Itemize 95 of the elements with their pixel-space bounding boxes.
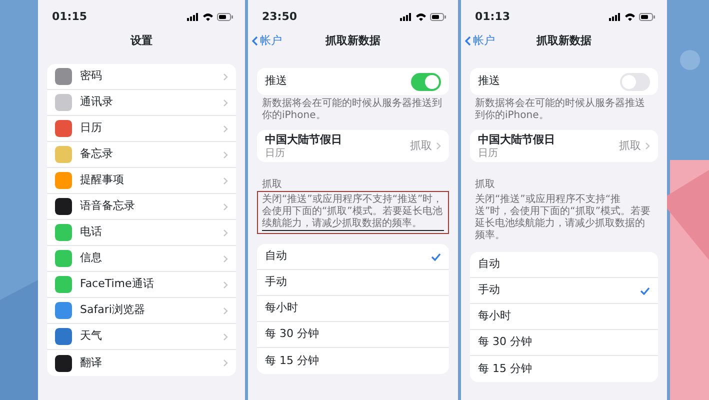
- chevron-icon: [223, 124, 228, 132]
- row-label: 翻译: [80, 354, 102, 371]
- wifi-icon: [416, 13, 426, 21]
- settings-row[interactable]: Safari浏览器: [47, 298, 236, 324]
- chevron-icon: [223, 228, 228, 236]
- row-label: 提醒事项: [80, 172, 124, 188]
- row-label: 密码: [80, 68, 102, 84]
- footer-note: 新数据将会在可能的时候从服务器推送到你的iPhone。: [261, 96, 443, 122]
- option-row[interactable]: 每 30 分钟: [470, 330, 658, 356]
- signal-icon: [609, 13, 621, 21]
- settings-row[interactable]: 翻译: [47, 350, 236, 376]
- option-row[interactable]: 每 15 分钟: [470, 356, 658, 382]
- status-time: 23:50: [262, 8, 298, 25]
- row-label: FaceTime通话: [80, 276, 154, 292]
- settings-row[interactable]: 日历: [47, 116, 236, 142]
- battery-icon: [217, 13, 233, 21]
- row-label: 语音备忘录: [80, 198, 135, 214]
- screen-title: 抓取新数据: [536, 32, 592, 49]
- section-header: 抓取: [261, 178, 283, 191]
- option-row[interactable]: 手动: [470, 278, 658, 304]
- footer-note: 关闭“推送”或应用程序不支持“推送”时，会使用下面的“抓取”模式。若要延长电池续航能力，请减少抓取数据的频率。: [474, 192, 652, 242]
- chevron-icon: [223, 98, 228, 106]
- battery-icon: [430, 13, 446, 21]
- row-label: 通讯录: [80, 94, 113, 110]
- option-row[interactable]: 每小时: [257, 296, 449, 322]
- option-row[interactable]: 每 15 分钟: [257, 348, 449, 374]
- row-label: 手动: [265, 274, 287, 290]
- chevron-icon: [223, 306, 228, 314]
- row-label: 每 30 分钟: [478, 334, 532, 350]
- row-label: Safari浏览器: [80, 302, 145, 318]
- row-label: 自动: [478, 256, 500, 272]
- settings-row[interactable]: FaceTime通话: [47, 272, 236, 298]
- section-header: 抓取: [474, 178, 496, 191]
- chevron-icon: [645, 142, 650, 150]
- row-subtitle: 日历: [265, 148, 286, 158]
- chevron-icon: [223, 254, 228, 262]
- row-label: 备忘录: [80, 146, 113, 162]
- settings-row[interactable]: 天气: [47, 324, 236, 350]
- row-label: 每小时: [478, 308, 511, 324]
- chevron-icon: [223, 176, 228, 184]
- settings-row[interactable]: 提醒事项: [47, 168, 236, 194]
- settings-row[interactable]: 通讯录: [47, 90, 236, 116]
- toggle-switch[interactable]: [411, 72, 441, 90]
- row-label: 推送: [265, 73, 287, 90]
- row-label: 天气: [80, 328, 102, 344]
- settings-row[interactable]: 备忘录: [47, 142, 236, 168]
- row-label: 手动: [478, 282, 500, 298]
- row-value: 抓取: [619, 138, 641, 154]
- footer-note: 新数据将会在可能的时候从服务器推送到你的iPhone。: [474, 96, 646, 122]
- toggle-switch[interactable]: [620, 72, 650, 90]
- back-icon: [465, 36, 471, 46]
- status-time: 01:15: [52, 8, 88, 25]
- settings-row[interactable]: 信息: [47, 246, 236, 272]
- signal-icon: [187, 13, 199, 21]
- option-row[interactable]: 自动: [470, 252, 658, 278]
- chevron-icon: [223, 202, 228, 210]
- row-label: 每 15 分钟: [265, 352, 319, 369]
- row-label: 日历: [80, 120, 102, 136]
- chevron-icon: [223, 359, 228, 367]
- row-subtitle: 日历: [478, 148, 499, 158]
- status-time: 01:13: [475, 8, 510, 25]
- footer-note: 关闭“推送”或应用程序不支持“推送”时，会使用下面的“抓取”模式。若要延长电池续航能力，请减少抓取数据的频率。: [262, 194, 444, 231]
- screen-title: 抓取新数据: [326, 32, 380, 49]
- row-label: 电话: [80, 224, 102, 240]
- wifi-icon: [625, 13, 635, 21]
- back-button[interactable]: 帐户: [252, 33, 282, 50]
- back-button[interactable]: 帐户: [465, 33, 495, 50]
- settings-row[interactable]: 密码: [47, 64, 236, 90]
- row-label: 每 15 分钟: [478, 360, 532, 377]
- chevron-icon: [223, 72, 228, 80]
- chevron-icon: [436, 142, 441, 150]
- option-row[interactable]: 自动: [257, 244, 449, 270]
- signal-icon: [400, 13, 412, 21]
- row-label: 中国大陆节假日: [265, 134, 342, 144]
- row-label: 中国大陆节假日: [478, 134, 555, 144]
- chevron-icon: [223, 332, 228, 340]
- chevron-icon: [223, 280, 228, 288]
- wifi-icon: [203, 13, 213, 21]
- row-label: 自动: [265, 248, 287, 264]
- row-label: 推送: [478, 73, 500, 90]
- row-label: 信息: [80, 250, 102, 266]
- back-icon: [252, 36, 258, 46]
- screen-title: 设置: [130, 32, 152, 49]
- settings-row[interactable]: 语音备忘录: [47, 194, 236, 220]
- calendar-row[interactable]: 中国大陆节假日 日历 抓取: [257, 130, 449, 162]
- option-row[interactable]: 每小时: [470, 304, 658, 330]
- row-value: 抓取: [410, 138, 432, 154]
- settings-row[interactable]: 电话: [47, 220, 236, 246]
- chevron-icon: [223, 150, 228, 158]
- calendar-row[interactable]: 中国大陆节假日 日历 抓取: [470, 130, 658, 162]
- row-label: 每 30 分钟: [265, 326, 319, 342]
- option-row[interactable]: 手动: [257, 270, 449, 296]
- battery-icon: [639, 13, 655, 21]
- option-row[interactable]: 每 30 分钟: [257, 322, 449, 348]
- row-label: 每小时: [265, 300, 298, 316]
